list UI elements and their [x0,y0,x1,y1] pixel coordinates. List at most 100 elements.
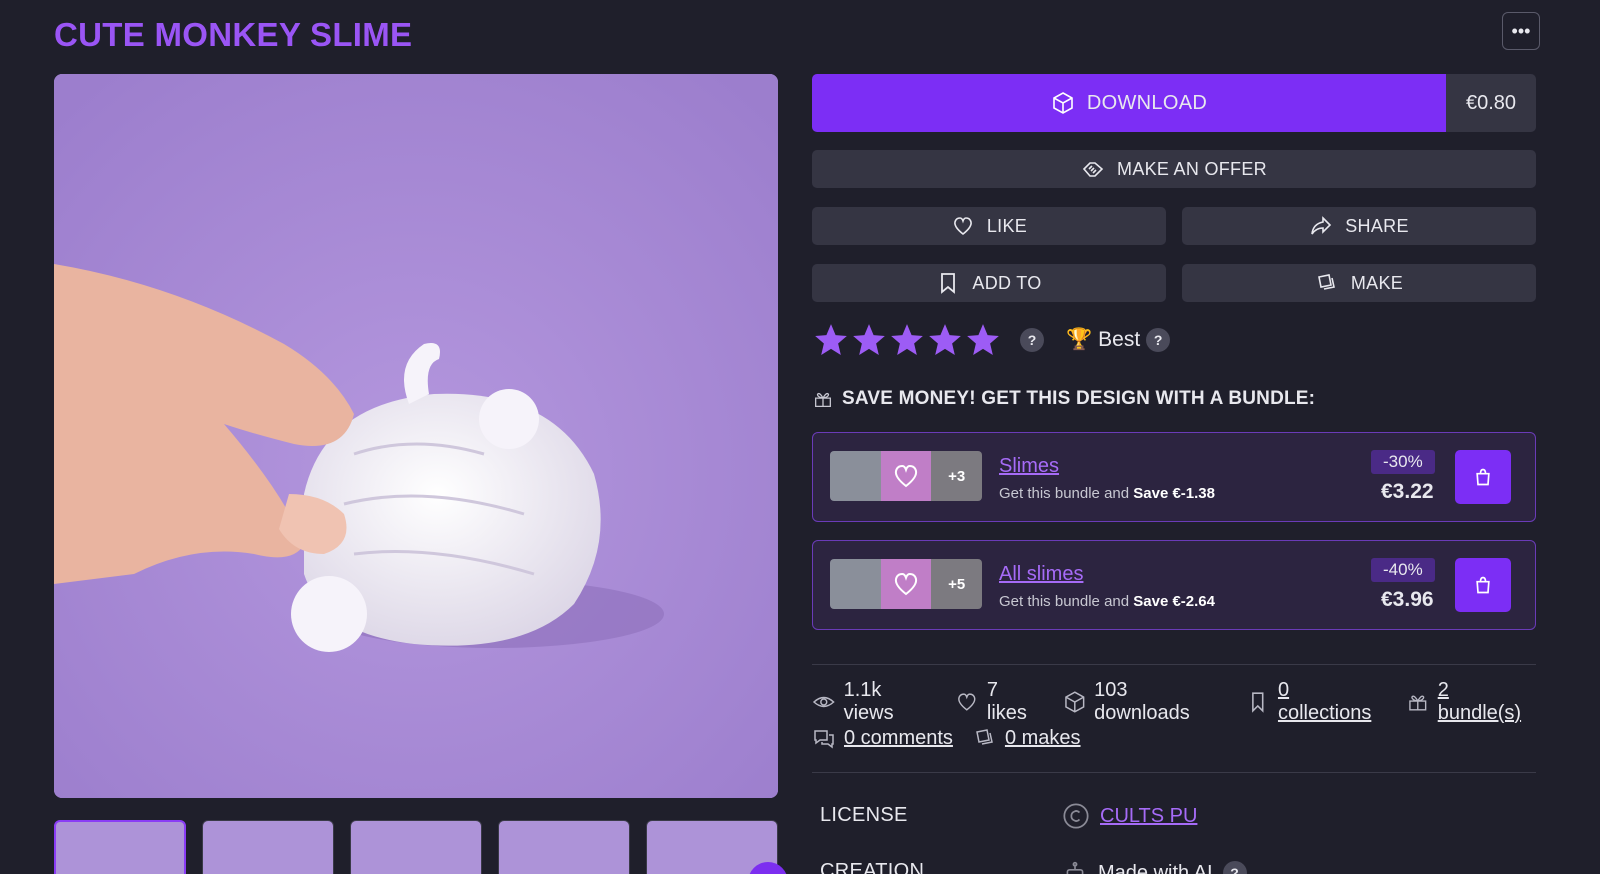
creation-value: Made with AI ? [1062,860,1247,874]
cube-icon [1064,691,1084,713]
bundle-buy-button[interactable] [1455,450,1511,504]
rating-help-icon[interactable]: ? [1020,328,1044,352]
bookmark-icon [1252,692,1264,713]
views-count: 1.1k views [843,679,894,724]
make-button[interactable]: MAKE [1182,264,1536,302]
download-row: DOWNLOAD €0.80 [812,74,1536,132]
download-label: DOWNLOAD [1086,91,1208,114]
license-value: CULTS PU [1062,802,1197,830]
creation-label: CREATION [820,860,925,874]
bundle-thumb-image [830,451,881,501]
stat-collections: 0 collections [1246,679,1386,725]
star-icon-5[interactable] [964,321,1002,359]
add-to-label: ADD TO [972,272,1042,293]
bookmark-icon [941,273,956,294]
stat-downloads: 103 downloads [1063,679,1227,725]
comments-link[interactable]: 0 comments [844,727,953,750]
bundle-name-link[interactable]: All slimes [999,563,1083,586]
collections-link[interactable]: 0 collections [1278,679,1386,725]
stat-likes: 7 likes [955,679,1042,725]
heart-icon [953,217,972,236]
creation-text: Made with AI [1098,861,1213,874]
stat-views: 1.1k views [812,679,935,725]
bundle-thumb-image [830,559,881,609]
likes-count: 7 likes [986,679,1027,724]
ellipsis-icon: ••• [1511,20,1531,41]
bundle-thumb-image [880,451,932,501]
stats-row-2: 0 comments 0 makes [812,720,1536,756]
best-badge: 🏆 Best ? [1066,328,1171,352]
bundle-desc-prefix: Get this bundle and [999,485,1130,502]
bundle-thumbnails: +5 [830,559,982,609]
share-arrow-icon [1311,216,1332,235]
bundle-price: €3.96 [1381,588,1434,611]
share-button[interactable]: SHARE [1182,207,1536,245]
bundle-description: Get this bundle and Save €-1.38 [999,485,1215,502]
bundle-heading-text: SAVE MONEY! GET THIS DESIGN WITH A BUNDL… [842,388,1316,409]
divider [812,664,1536,665]
bundles-link[interactable]: 2 bundle(s) [1438,679,1536,725]
thumbnail-strip [54,820,778,874]
bundle-more-count: +5 [931,559,982,609]
like-label: LIKE [986,215,1028,236]
bundle-thumbnails: +3 [830,451,982,501]
bundle-discount-badge: -40% [1371,558,1435,582]
copies-icon [976,729,993,745]
bundle-more-count: +3 [931,451,982,501]
thumbnail-2[interactable] [202,820,334,874]
comments-icon [814,730,834,749]
stats-row-1: 1.1k views 7 likes 103 downloads 0 colle… [812,679,1536,724]
stat-bundles: 2 bundle(s) [1406,679,1536,725]
more-options-button[interactable]: ••• [1502,12,1540,50]
shopping-bag-icon [1476,576,1490,594]
eye-icon [812,696,835,708]
cube-icon [1053,92,1073,114]
main-product-image[interactable] [54,74,778,798]
stat-makes: 0 makes [973,726,1081,750]
bundle-heading: SAVE MONEY! GET THIS DESIGN WITH A BUNDL… [812,388,1315,410]
make-offer-button[interactable]: MAKE AN OFFER [812,150,1536,188]
downloads-count: 103 downloads [1094,679,1190,724]
rating-row: ? 🏆 Best ? [812,318,1171,362]
divider [812,772,1536,773]
star-icon-1[interactable] [812,321,850,359]
bundle-save-text: Save €-1.38 [1133,485,1215,502]
thumbnail-1[interactable] [54,820,186,874]
page-title: CUTE MONKEY SLIME [54,16,413,53]
bundle-buy-button[interactable] [1455,558,1511,612]
star-icon-2[interactable] [850,321,888,359]
shopping-bag-icon [1476,468,1490,486]
license-label: LICENSE [820,804,908,826]
bundle-price: €3.22 [1381,480,1434,503]
download-button[interactable]: DOWNLOAD [812,74,1446,132]
star-icon-4[interactable] [926,321,964,359]
trophy-icon: 🏆 [1066,328,1093,351]
license-link[interactable]: CULTS PU [1100,805,1197,828]
heart-icon [958,693,976,711]
bundle-discount-badge: -30% [1371,450,1435,474]
bundle-name-link[interactable]: Slimes [999,455,1059,478]
stat-comments: 0 comments [812,726,953,750]
creation-help-icon[interactable]: ? [1222,861,1247,874]
like-button[interactable]: LIKE [812,207,1166,245]
bundle-description: Get this bundle and Save €-2.64 [999,593,1215,610]
add-to-collection-button[interactable]: ADD TO [812,264,1166,302]
make-label: MAKE [1350,272,1404,293]
star-icon-3[interactable] [888,321,926,359]
heart-icon [894,572,918,596]
thumbnail-3[interactable] [350,820,482,874]
bundle-card-all-slimes[interactable]: +5 All slimes Get this bundle and Save €… [812,540,1536,630]
heart-icon [894,464,918,488]
gift-icon [1409,695,1427,711]
makes-link[interactable]: 0 makes [1005,727,1081,750]
bundle-desc-prefix: Get this bundle and [999,593,1130,610]
best-help-icon[interactable]: ? [1146,328,1171,352]
copies-icon [1317,274,1335,290]
bundle-card-slimes[interactable]: +3 Slimes Get this bundle and Save €-1.3… [812,432,1536,522]
stats-panel: 1.1k views 7 likes 103 downloads 0 colle… [812,679,1536,756]
make-offer-label: MAKE AN OFFER [1117,158,1267,179]
gift-icon [815,392,831,407]
thumbnail-4[interactable] [498,820,630,874]
best-label: Best [1098,328,1141,351]
share-label: SHARE [1345,215,1409,236]
